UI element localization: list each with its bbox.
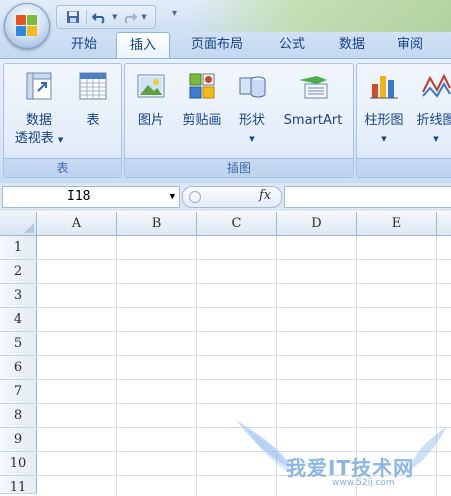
column-header-c[interactable]: C [197, 212, 277, 236]
gridline [36, 403, 451, 404]
tab-page-layout[interactable]: 页面布局 [178, 32, 256, 58]
row-header-7[interactable]: 7 [0, 380, 37, 404]
line-chart-icon [420, 70, 451, 102]
clipart-button[interactable]: 剪贴画 [177, 70, 227, 130]
shapes-icon [236, 70, 268, 102]
row-header-8[interactable]: 8 [0, 404, 37, 428]
smartart-button[interactable]: SmartArt [277, 70, 349, 130]
row-header-2[interactable]: 2 [0, 260, 37, 284]
table-label: 表 [86, 113, 100, 128]
gridline [36, 283, 451, 284]
gridline [116, 236, 117, 496]
row-header-11[interactable]: 11 [0, 476, 37, 494]
tab-formulas[interactable]: 公式 [266, 32, 318, 58]
ribbon-tabs: 开始 插入 页面布局 公式 数据 审阅 [0, 32, 451, 59]
undo-icon[interactable] [90, 8, 110, 26]
row-header-6[interactable]: 6 [0, 356, 37, 380]
row-header-5[interactable]: 5 [0, 332, 37, 356]
column-header-d[interactable]: D [277, 212, 357, 236]
gridline [436, 236, 437, 496]
column-chart-dropdown-icon[interactable]: ▼ [359, 130, 409, 148]
shapes-label: 形状 [238, 113, 265, 128]
gridline [36, 259, 451, 260]
clipart-label: 剪贴画 [182, 113, 222, 128]
table-button[interactable]: 表 [70, 70, 116, 130]
picture-icon [135, 70, 167, 102]
group-label-tables: 表 [4, 158, 121, 177]
shapes-button[interactable]: 形状 ▼ [231, 70, 273, 148]
pivot-dropdown-icon[interactable]: ▼ [58, 136, 63, 144]
formula-input[interactable] [284, 186, 451, 208]
column-header-e[interactable]: E [357, 212, 437, 236]
select-all-corner[interactable] [0, 212, 37, 236]
gridline [36, 355, 451, 356]
gridline [36, 307, 451, 308]
office-logo-icon [16, 15, 38, 37]
tab-home[interactable]: 开始 [58, 32, 110, 58]
column-chart-label: 柱形图 [364, 113, 404, 128]
gridline [196, 236, 197, 496]
clipart-icon [186, 70, 218, 102]
line-chart-label: 折线图 [416, 113, 451, 128]
ribbon: 数据 透视表 ▼ 表 表 图片 剪贴画 形状 ▼ SmartArt 插图 柱形图… [0, 58, 451, 183]
row-header-10[interactable]: 10 [0, 452, 37, 476]
separator [86, 10, 87, 24]
smartart-label: SmartArt [283, 113, 343, 128]
row-header-4[interactable]: 4 [0, 308, 37, 332]
tab-insert[interactable]: 插入 [116, 32, 170, 59]
gridline [36, 427, 451, 428]
quick-access-toolbar: ▼ ▼ [56, 5, 156, 29]
name-box-value: I18 [67, 189, 91, 204]
gridline [36, 451, 451, 452]
picture-button[interactable]: 图片 [131, 70, 171, 130]
row-header-9[interactable]: 9 [0, 428, 37, 452]
undo-dropdown-icon[interactable]: ▼ [112, 13, 117, 21]
smartart-icon [297, 70, 329, 102]
redo-dropdown-icon[interactable]: ▼ [141, 13, 146, 21]
column-header-f-partial[interactable] [437, 212, 451, 236]
worksheet-grid[interactable]: A B C D E 1 2 3 4 5 6 7 8 9 10 11 [0, 212, 451, 496]
insert-function-icon[interactable]: fx [259, 188, 271, 203]
pivot-table-label-1: 数据 [25, 113, 52, 128]
pivot-table-button[interactable]: 数据 透视表 ▼ [10, 70, 68, 149]
column-chart-button[interactable]: 柱形图 ▼ [359, 70, 409, 148]
group-label-illustrations: 插图 [125, 158, 353, 177]
gridline [36, 331, 451, 332]
column-chart-icon [368, 70, 400, 102]
row-header-1[interactable]: 1 [0, 236, 37, 260]
picture-label: 图片 [137, 113, 164, 128]
pivot-table-label-2: 透视表 [14, 131, 54, 146]
row-header-3[interactable]: 3 [0, 284, 37, 308]
gridline [36, 379, 451, 380]
tab-data[interactable]: 数据 [326, 32, 378, 58]
group-illustrations: 图片 剪贴画 形状 ▼ SmartArt 插图 [124, 63, 354, 178]
save-icon[interactable] [63, 8, 83, 26]
name-box[interactable]: I18 ▼ [2, 186, 180, 208]
formula-tools: fx [182, 186, 282, 208]
customize-qat-icon[interactable]: ▾ [172, 8, 177, 19]
column-header-a[interactable]: A [37, 212, 117, 236]
group-charts: 柱形图 ▼ 折线图 ▼ [356, 63, 451, 178]
gridline [356, 236, 357, 496]
column-header-b[interactable]: B [117, 212, 197, 236]
formula-bar: I18 ▼ fx [0, 183, 451, 211]
gridline [36, 475, 451, 476]
gridline [276, 236, 277, 496]
tab-review[interactable]: 审阅 [384, 32, 436, 58]
line-chart-dropdown-icon[interactable]: ▼ [411, 130, 451, 148]
shapes-dropdown-icon[interactable]: ▼ [231, 130, 273, 148]
redo-icon[interactable] [119, 8, 139, 26]
line-chart-button[interactable]: 折线图 ▼ [411, 70, 451, 148]
formula-knob-icon[interactable] [189, 191, 201, 203]
group-tables: 数据 透视表 ▼ 表 表 [3, 63, 122, 178]
title-bar: ▼ ▼ ▾ [0, 0, 451, 32]
group-label-charts [357, 158, 451, 177]
pivot-table-icon [23, 70, 55, 102]
office-button[interactable] [4, 3, 50, 49]
table-icon [77, 70, 109, 102]
name-box-dropdown-icon[interactable]: ▼ [170, 187, 175, 207]
title-background [190, 0, 451, 32]
